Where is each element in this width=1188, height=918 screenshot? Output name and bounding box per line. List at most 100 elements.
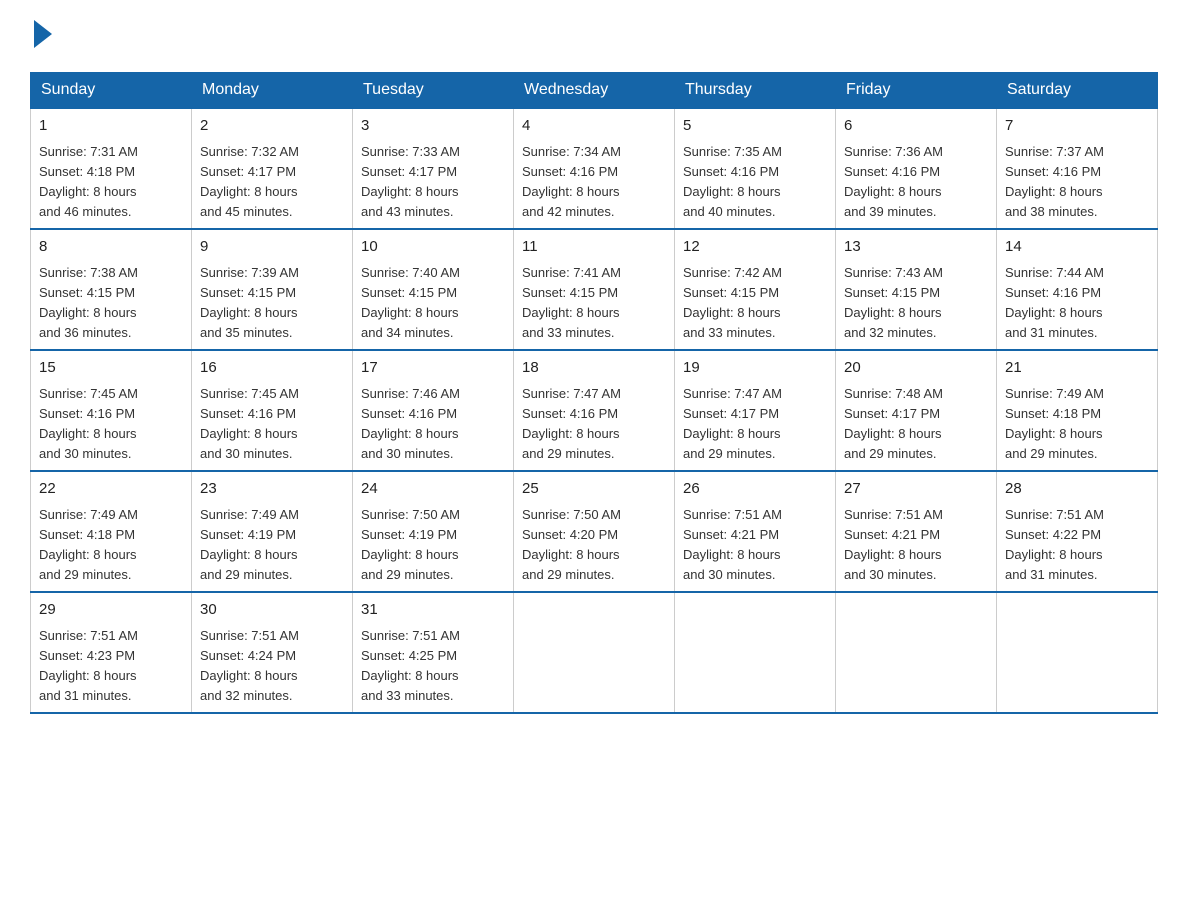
day-info: Sunrise: 7:45 AMSunset: 4:16 PMDaylight:… bbox=[200, 384, 344, 465]
calendar-cell: 17 Sunrise: 7:46 AMSunset: 4:16 PMDayligh… bbox=[353, 350, 514, 471]
page-header bbox=[30, 20, 1158, 52]
day-info: Sunrise: 7:46 AMSunset: 4:16 PMDaylight:… bbox=[361, 384, 505, 465]
calendar-cell: 3 Sunrise: 7:33 AMSunset: 4:17 PMDaylight… bbox=[353, 108, 514, 229]
calendar-cell: 4 Sunrise: 7:34 AMSunset: 4:16 PMDaylight… bbox=[514, 108, 675, 229]
calendar-table: SundayMondayTuesdayWednesdayThursdayFrid… bbox=[30, 72, 1158, 714]
calendar-header-sunday: Sunday bbox=[31, 73, 192, 109]
day-number: 29 bbox=[39, 599, 183, 622]
day-number: 11 bbox=[522, 236, 666, 259]
day-number: 2 bbox=[200, 115, 344, 138]
day-number: 15 bbox=[39, 357, 183, 380]
day-number: 5 bbox=[683, 115, 827, 138]
day-number: 27 bbox=[844, 478, 988, 501]
day-info: Sunrise: 7:48 AMSunset: 4:17 PMDaylight:… bbox=[844, 384, 988, 465]
day-info: Sunrise: 7:43 AMSunset: 4:15 PMDaylight:… bbox=[844, 263, 988, 344]
day-info: Sunrise: 7:40 AMSunset: 4:15 PMDaylight:… bbox=[361, 263, 505, 344]
calendar-cell bbox=[675, 592, 836, 713]
day-number: 16 bbox=[200, 357, 344, 380]
day-info: Sunrise: 7:51 AMSunset: 4:23 PMDaylight:… bbox=[39, 626, 183, 707]
day-number: 24 bbox=[361, 478, 505, 501]
logo-arrow-icon bbox=[34, 20, 52, 48]
calendar-week-row: 8 Sunrise: 7:38 AMSunset: 4:15 PMDaylight… bbox=[31, 229, 1158, 350]
calendar-week-row: 15 Sunrise: 7:45 AMSunset: 4:16 PMDayligh… bbox=[31, 350, 1158, 471]
day-number: 30 bbox=[200, 599, 344, 622]
calendar-header-tuesday: Tuesday bbox=[353, 73, 514, 109]
day-info: Sunrise: 7:44 AMSunset: 4:16 PMDaylight:… bbox=[1005, 263, 1149, 344]
calendar-header-thursday: Thursday bbox=[675, 73, 836, 109]
calendar-cell: 20 Sunrise: 7:48 AMSunset: 4:17 PMDayligh… bbox=[836, 350, 997, 471]
day-info: Sunrise: 7:51 AMSunset: 4:24 PMDaylight:… bbox=[200, 626, 344, 707]
day-info: Sunrise: 7:51 AMSunset: 4:21 PMDaylight:… bbox=[844, 505, 988, 586]
day-info: Sunrise: 7:50 AMSunset: 4:20 PMDaylight:… bbox=[522, 505, 666, 586]
day-number: 20 bbox=[844, 357, 988, 380]
day-info: Sunrise: 7:45 AMSunset: 4:16 PMDaylight:… bbox=[39, 384, 183, 465]
calendar-header-wednesday: Wednesday bbox=[514, 73, 675, 109]
day-number: 13 bbox=[844, 236, 988, 259]
day-info: Sunrise: 7:35 AMSunset: 4:16 PMDaylight:… bbox=[683, 142, 827, 223]
day-info: Sunrise: 7:51 AMSunset: 4:25 PMDaylight:… bbox=[361, 626, 505, 707]
calendar-cell: 7 Sunrise: 7:37 AMSunset: 4:16 PMDaylight… bbox=[997, 108, 1158, 229]
day-info: Sunrise: 7:49 AMSunset: 4:19 PMDaylight:… bbox=[200, 505, 344, 586]
calendar-cell: 18Sunrise: 7:47 AMSunset: 4:16 PMDayligh… bbox=[514, 350, 675, 471]
day-info: Sunrise: 7:34 AMSunset: 4:16 PMDaylight:… bbox=[522, 142, 666, 223]
day-number: 18 bbox=[522, 357, 666, 380]
day-info: Sunrise: 7:41 AMSunset: 4:15 PMDaylight:… bbox=[522, 263, 666, 344]
day-number: 6 bbox=[844, 115, 988, 138]
day-number: 9 bbox=[200, 236, 344, 259]
calendar-cell: 25 Sunrise: 7:50 AMSunset: 4:20 PMDayligh… bbox=[514, 471, 675, 592]
day-info: Sunrise: 7:47 AMSunset: 4:17 PMDaylight:… bbox=[683, 384, 827, 465]
calendar-cell: 30 Sunrise: 7:51 AMSunset: 4:24 PMDayligh… bbox=[192, 592, 353, 713]
calendar-cell: 19 Sunrise: 7:47 AMSunset: 4:17 PMDayligh… bbox=[675, 350, 836, 471]
calendar-cell: 6 Sunrise: 7:36 AMSunset: 4:16 PMDaylight… bbox=[836, 108, 997, 229]
calendar-cell: 5 Sunrise: 7:35 AMSunset: 4:16 PMDaylight… bbox=[675, 108, 836, 229]
day-number: 7 bbox=[1005, 115, 1149, 138]
day-number: 26 bbox=[683, 478, 827, 501]
calendar-cell: 21 Sunrise: 7:49 AMSunset: 4:18 PMDayligh… bbox=[997, 350, 1158, 471]
calendar-week-row: 1Sunrise: 7:31 AMSunset: 4:18 PMDaylight… bbox=[31, 108, 1158, 229]
day-info: Sunrise: 7:49 AMSunset: 4:18 PMDaylight:… bbox=[39, 505, 183, 586]
calendar-cell: 23 Sunrise: 7:49 AMSunset: 4:19 PMDayligh… bbox=[192, 471, 353, 592]
calendar-cell: 13 Sunrise: 7:43 AMSunset: 4:15 PMDayligh… bbox=[836, 229, 997, 350]
calendar-week-row: 29 Sunrise: 7:51 AMSunset: 4:23 PMDayligh… bbox=[31, 592, 1158, 713]
calendar-header-saturday: Saturday bbox=[997, 73, 1158, 109]
day-number: 31 bbox=[361, 599, 505, 622]
day-info: Sunrise: 7:36 AMSunset: 4:16 PMDaylight:… bbox=[844, 142, 988, 223]
day-number: 21 bbox=[1005, 357, 1149, 380]
logo bbox=[30, 20, 52, 52]
day-info: Sunrise: 7:38 AMSunset: 4:15 PMDaylight:… bbox=[39, 263, 183, 344]
day-info: Sunrise: 7:42 AMSunset: 4:15 PMDaylight:… bbox=[683, 263, 827, 344]
calendar-cell: 26 Sunrise: 7:51 AMSunset: 4:21 PMDayligh… bbox=[675, 471, 836, 592]
day-info: Sunrise: 7:51 AMSunset: 4:21 PMDaylight:… bbox=[683, 505, 827, 586]
calendar-week-row: 22Sunrise: 7:49 AMSunset: 4:18 PMDayligh… bbox=[31, 471, 1158, 592]
calendar-cell bbox=[836, 592, 997, 713]
day-number: 19 bbox=[683, 357, 827, 380]
calendar-cell: 2 Sunrise: 7:32 AMSunset: 4:17 PMDaylight… bbox=[192, 108, 353, 229]
calendar-cell: 29 Sunrise: 7:51 AMSunset: 4:23 PMDayligh… bbox=[31, 592, 192, 713]
calendar-cell: 9 Sunrise: 7:39 AMSunset: 4:15 PMDaylight… bbox=[192, 229, 353, 350]
day-number: 25 bbox=[522, 478, 666, 501]
day-number: 14 bbox=[1005, 236, 1149, 259]
day-info: Sunrise: 7:49 AMSunset: 4:18 PMDaylight:… bbox=[1005, 384, 1149, 465]
day-number: 4 bbox=[522, 115, 666, 138]
day-info: Sunrise: 7:33 AMSunset: 4:17 PMDaylight:… bbox=[361, 142, 505, 223]
day-number: 8 bbox=[39, 236, 183, 259]
day-info: Sunrise: 7:37 AMSunset: 4:16 PMDaylight:… bbox=[1005, 142, 1149, 223]
calendar-cell: 8 Sunrise: 7:38 AMSunset: 4:15 PMDaylight… bbox=[31, 229, 192, 350]
calendar-cell: 31 Sunrise: 7:51 AMSunset: 4:25 PMDayligh… bbox=[353, 592, 514, 713]
calendar-header-monday: Monday bbox=[192, 73, 353, 109]
calendar-cell: 11 Sunrise: 7:41 AMSunset: 4:15 PMDayligh… bbox=[514, 229, 675, 350]
day-number: 3 bbox=[361, 115, 505, 138]
calendar-cell: 15 Sunrise: 7:45 AMSunset: 4:16 PMDayligh… bbox=[31, 350, 192, 471]
day-number: 12 bbox=[683, 236, 827, 259]
calendar-cell: 28Sunrise: 7:51 AMSunset: 4:22 PMDayligh… bbox=[997, 471, 1158, 592]
calendar-cell: 16 Sunrise: 7:45 AMSunset: 4:16 PMDayligh… bbox=[192, 350, 353, 471]
calendar-cell: 22Sunrise: 7:49 AMSunset: 4:18 PMDayligh… bbox=[31, 471, 192, 592]
calendar-cell: 27 Sunrise: 7:51 AMSunset: 4:21 PMDayligh… bbox=[836, 471, 997, 592]
calendar-cell: 10Sunrise: 7:40 AMSunset: 4:15 PMDayligh… bbox=[353, 229, 514, 350]
calendar-header-friday: Friday bbox=[836, 73, 997, 109]
day-info: Sunrise: 7:39 AMSunset: 4:15 PMDaylight:… bbox=[200, 263, 344, 344]
day-number: 23 bbox=[200, 478, 344, 501]
day-number: 1 bbox=[39, 115, 183, 138]
day-number: 17 bbox=[361, 357, 505, 380]
day-info: Sunrise: 7:32 AMSunset: 4:17 PMDaylight:… bbox=[200, 142, 344, 223]
